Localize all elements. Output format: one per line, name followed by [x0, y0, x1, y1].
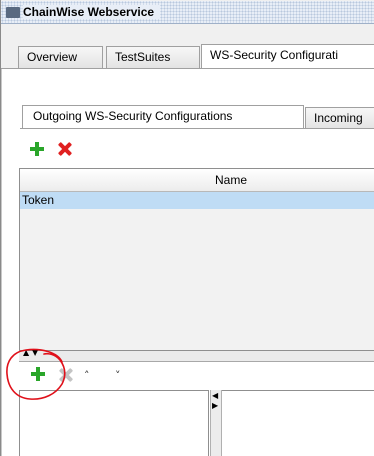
subtab-incoming-label: Incoming — [314, 111, 363, 125]
collapse-right-icon[interactable]: ▶ — [212, 402, 218, 410]
annotation-circle — [6, 348, 66, 400]
subtab-divider — [20, 128, 374, 129]
column-header-name[interactable]: Name — [20, 169, 374, 192]
plus-icon[interactable] — [29, 141, 45, 157]
subtab-incoming[interactable]: Incoming — [305, 107, 374, 129]
table-cell-name: Token — [22, 193, 55, 207]
subtab-outgoing-label: Outgoing WS-Security Configurations — [33, 109, 233, 123]
entry-details-pane — [222, 390, 374, 456]
pane-splitter[interactable]: ◀ ▶ — [210, 390, 222, 456]
chevron-up-icon[interactable]: ˄ — [84, 369, 90, 382]
column-header-label: Name — [214, 173, 247, 187]
tab-ws-security[interactable]: WS-Security Configurati — [201, 44, 374, 68]
table-row[interactable]: Token — [20, 192, 374, 209]
title-bar: ChainWise Webservice — [1, 1, 374, 24]
tab-overview-label: Overview — [27, 50, 78, 64]
folder-icon — [6, 7, 20, 18]
collapse-left-icon[interactable]: ◀ — [212, 392, 218, 400]
subtab-outgoing[interactable]: Outgoing WS-Security Configurations — [22, 105, 304, 129]
window-title: ChainWise Webservice — [23, 5, 161, 19]
tab-testsuites[interactable]: TestSuites — [106, 46, 200, 68]
remove-icon[interactable] — [57, 141, 73, 157]
tab-overview[interactable]: Overview — [18, 46, 103, 68]
tab-ws-security-label: WS-Security Configurati — [210, 48, 339, 62]
tab-testsuites-label: TestSuites — [115, 50, 171, 64]
chevron-down-icon[interactable]: ˅ — [115, 369, 121, 382]
configurations-table: Name Token — [19, 168, 374, 351]
